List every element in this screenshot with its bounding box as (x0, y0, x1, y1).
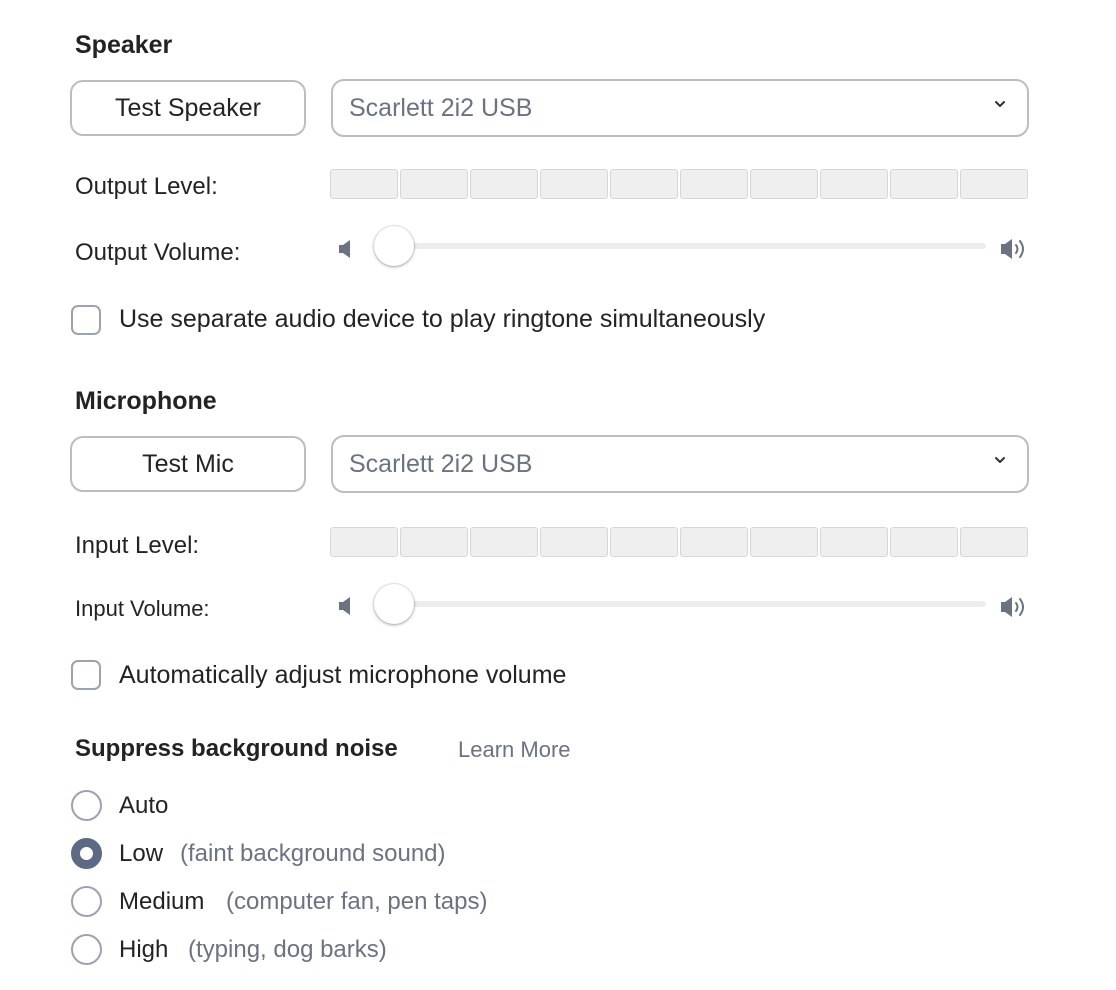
input-level-label: Input Level: (75, 532, 200, 559)
output-volume-label: Output Volume: (75, 239, 241, 266)
meter-segment (750, 527, 818, 557)
meter-segment (820, 527, 888, 557)
meter-segment (330, 169, 398, 199)
separate-device-label[interactable]: Use separate audio device to play ringto… (119, 305, 765, 334)
meter-segment (680, 527, 748, 557)
meter-segment (610, 169, 678, 199)
separate-device-checkbox[interactable] (71, 305, 101, 335)
meter-segment (540, 527, 608, 557)
noise-option-label[interactable]: Medium (119, 888, 204, 916)
noise-radio-high[interactable] (71, 934, 102, 965)
speaker-device-value: Scarlett 2i2 USB (349, 93, 533, 122)
output-level-label: Output Level: (75, 173, 218, 200)
input-level-meter (330, 527, 1028, 557)
meter-segment (890, 169, 958, 199)
speaker-high-icon (1001, 239, 1024, 259)
microphone-device-value: Scarlett 2i2 USB (349, 449, 533, 478)
meter-segment (820, 169, 888, 199)
meter-segment (960, 527, 1028, 557)
microphone-section-title: Microphone (75, 387, 217, 415)
noise-option-desc: (faint background sound) (180, 840, 446, 867)
speaker-low-icon (339, 597, 350, 615)
auto-adjust-checkbox[interactable] (71, 660, 101, 690)
meter-segment (960, 169, 1028, 199)
input-volume-thumb[interactable] (374, 584, 414, 624)
noise-option-desc: (computer fan, pen taps) (226, 888, 488, 915)
input-volume-track[interactable] (375, 601, 986, 607)
output-volume-thumb[interactable] (374, 226, 414, 266)
chevron-down-icon (995, 457, 1005, 463)
noise-option-label[interactable]: High (119, 936, 168, 964)
meter-segment (680, 169, 748, 199)
meter-segment (610, 527, 678, 557)
learn-more-link[interactable]: Learn More (458, 737, 571, 763)
chevron-down-icon (995, 101, 1005, 107)
meter-segment (400, 169, 468, 199)
test-mic-button[interactable]: Test Mic (70, 436, 306, 492)
meter-segment (470, 527, 538, 557)
noise-option-desc: (typing, dog barks) (188, 936, 387, 963)
meter-segment (540, 169, 608, 199)
noise-radio-low[interactable] (71, 838, 102, 869)
output-volume-track[interactable] (375, 243, 986, 249)
speaker-section-title: Speaker (75, 31, 173, 59)
input-volume-label: Input Volume: (75, 596, 210, 621)
test-speaker-button[interactable]: Test Speaker (70, 80, 306, 136)
meter-segment (400, 527, 468, 557)
speaker-high-icon (1001, 597, 1024, 617)
auto-adjust-label[interactable]: Automatically adjust microphone volume (119, 661, 566, 690)
noise-option-label[interactable]: Low (119, 840, 163, 868)
meter-segment (330, 527, 398, 557)
meter-segment (470, 169, 538, 199)
speaker-device-select[interactable]: Scarlett 2i2 USB (331, 79, 1029, 137)
meter-segment (890, 527, 958, 557)
noise-option-label[interactable]: Auto (119, 792, 168, 820)
speaker-low-icon (339, 240, 350, 258)
noise-radio-medium[interactable] (71, 886, 102, 917)
output-level-meter (330, 169, 1028, 199)
microphone-device-select[interactable]: Scarlett 2i2 USB (331, 435, 1029, 493)
meter-segment (750, 169, 818, 199)
noise-radio-auto[interactable] (71, 790, 102, 821)
noise-section-title: Suppress background noise (75, 735, 398, 762)
